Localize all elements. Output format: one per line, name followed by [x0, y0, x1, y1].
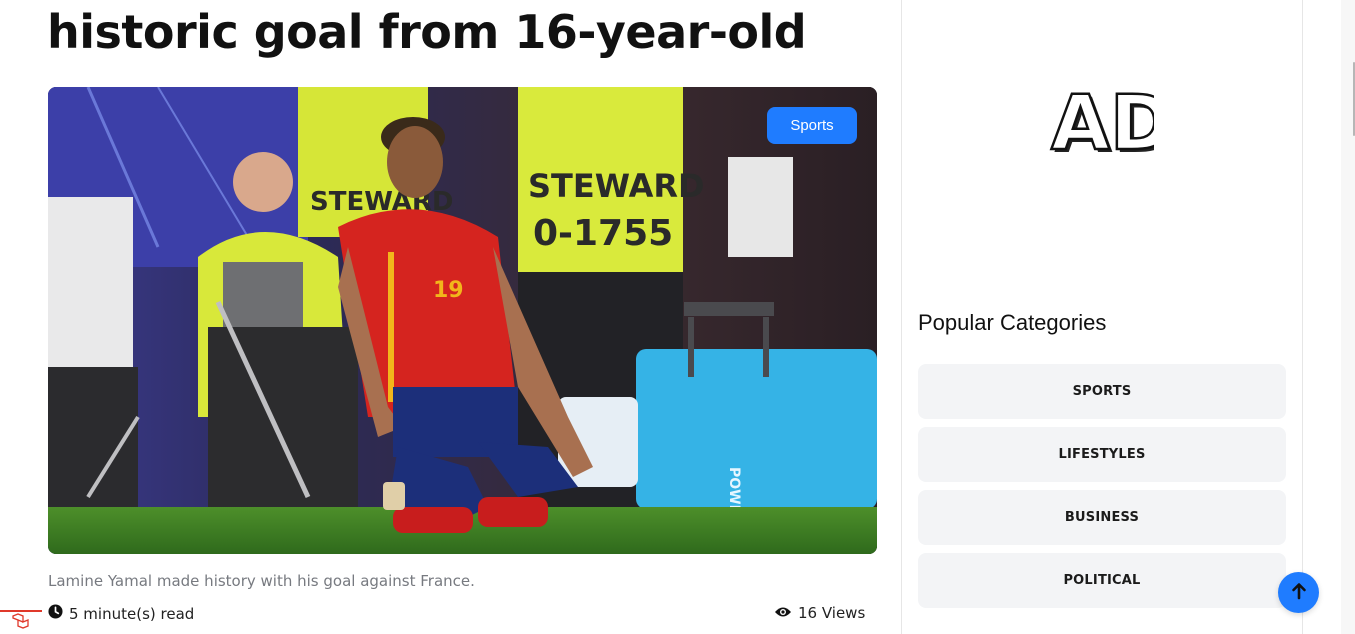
clock-icon — [48, 604, 63, 623]
eye-icon — [774, 604, 792, 622]
read-time-label: 5 minute(s) read — [69, 604, 195, 623]
shirt-number-text: 19 — [433, 278, 464, 303]
article-column: historic goal from 16-year-old STEWARD S… — [0, 0, 900, 634]
category-item-business[interactable]: BUSINESS — [918, 490, 1286, 545]
sidebar: AD AD Popular Categories SPORTS LIFESTYL… — [902, 0, 1302, 634]
image-caption: Lamine Yamal made history with his goal … — [48, 572, 475, 590]
category-item-sports[interactable]: SPORTS — [918, 364, 1286, 419]
hero-photo: STEWARD STEWARD 0-1755 POWERADE 19 — [48, 87, 877, 554]
ad-placeholder[interactable]: AD AD — [1048, 74, 1176, 170]
category-item-political[interactable]: POLITICAL — [918, 553, 1286, 608]
debugbar-toggle[interactable] — [0, 610, 42, 634]
laravel-icon — [11, 612, 31, 634]
steward-vest-text-right-2: 0-1755 — [533, 213, 673, 254]
ad-logo: AD AD — [1050, 77, 1176, 170]
popular-categories-heading: Popular Categories — [918, 310, 1107, 335]
steward-vest-text-right-1: STEWARD — [528, 167, 705, 205]
back-to-top-button[interactable] — [1278, 572, 1319, 613]
read-time: 5 minute(s) read — [48, 604, 194, 623]
view-count-label: 16 Views — [798, 604, 866, 622]
sidebar-divider-right — [1302, 0, 1303, 634]
category-list: SPORTS LIFESTYLES BUSINESS POLITICAL — [918, 364, 1286, 616]
arrow-up-icon — [1291, 582, 1307, 603]
category-item-lifestyles[interactable]: LIFESTYLES — [918, 427, 1286, 482]
article-title: historic goal from 16-year-old — [47, 5, 807, 59]
svg-text:AD: AD — [1051, 78, 1154, 160]
article-hero-image: STEWARD STEWARD 0-1755 POWERADE 19 — [48, 87, 877, 554]
category-badge-sports[interactable]: Sports — [767, 107, 857, 144]
view-count: 16 Views — [774, 604, 865, 622]
